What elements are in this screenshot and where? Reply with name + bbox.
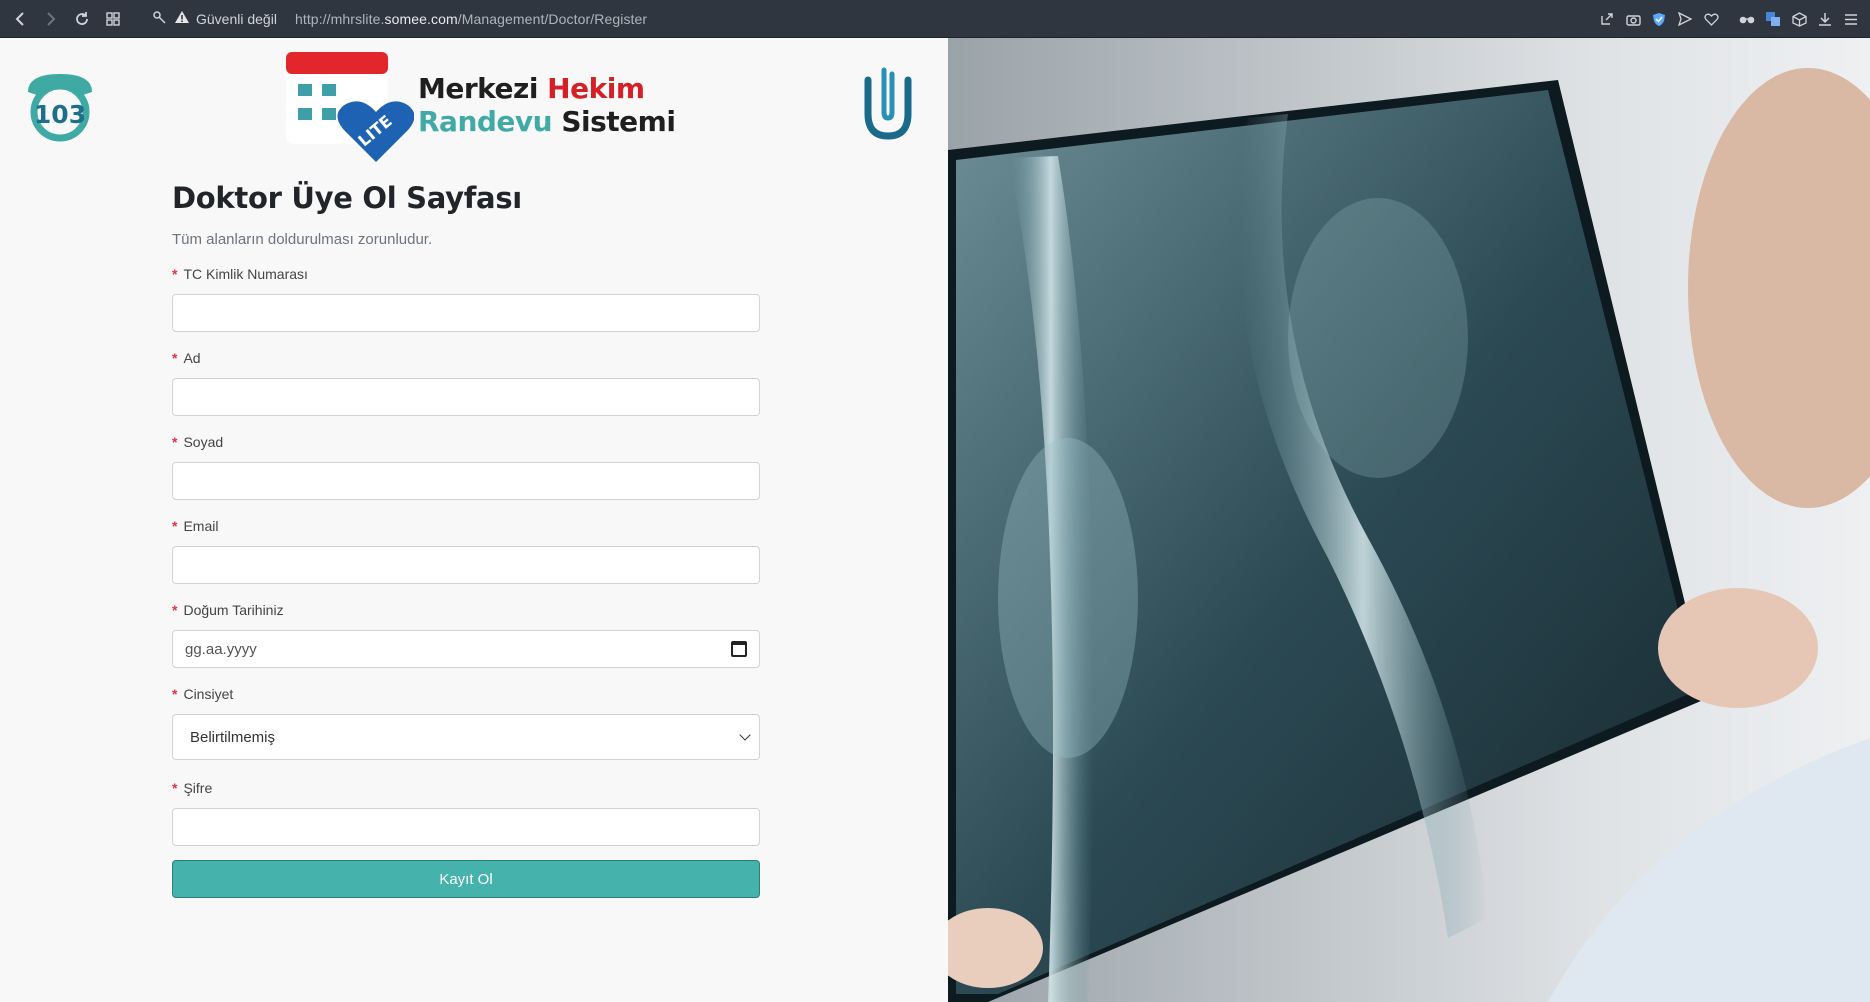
security-indicator[interactable]: Güvenli değil (152, 9, 277, 28)
url-prefix: http://mhrslite. (294, 10, 385, 27)
birthdate-input[interactable]: gg.aa.yyyy (172, 630, 760, 668)
send-icon[interactable] (1676, 10, 1694, 28)
address-bar[interactable]: http://mhrslite.somee.com/Management/Doc… (295, 11, 647, 27)
brand-word-sistemi: Sistemi (561, 105, 676, 138)
brand-word-hekim: Hekim (547, 72, 645, 105)
brand-word-merkezi: Merkezi (418, 72, 548, 105)
shield-icon[interactable] (1650, 10, 1668, 28)
gender-select[interactable]: Belirtilmemiş (172, 714, 760, 760)
password-label: * Şifre (172, 778, 760, 798)
password-label-text: Şifre (183, 780, 213, 796)
calendar-icon[interactable] (731, 641, 747, 657)
gender-selected-value: Belirtilmemiş (190, 728, 276, 746)
menu-icon[interactable] (1842, 10, 1860, 28)
key-icon (152, 9, 168, 28)
tc-label: * TC Kimlik Numarası (172, 264, 760, 284)
register-panel: 103 LITE Merkezi Hekim Randevu Sistemi D… (0, 38, 948, 1002)
camera-icon[interactable] (1624, 10, 1642, 28)
tabs-grid-icon[interactable] (101, 7, 125, 31)
name-label: * Ad (172, 348, 760, 368)
required-mark: * (172, 434, 178, 450)
download-icon[interactable] (1816, 10, 1834, 28)
birthdate-label-text: Doğum Tarihiniz (183, 602, 284, 618)
translate-icon[interactable] (1764, 10, 1782, 28)
email-input[interactable] (172, 546, 760, 584)
back-icon[interactable] (8, 7, 32, 31)
required-mark: * (172, 686, 178, 702)
brand-word-randevu: Randevu (418, 105, 562, 138)
heart-icon[interactable] (1702, 10, 1720, 28)
required-mark: * (172, 780, 178, 796)
form-subtitle: Tüm alanların doldurulması zorunludur. (172, 231, 433, 248)
share-icon[interactable] (1598, 10, 1616, 28)
chevron-down-icon (739, 729, 751, 741)
url-domain: somee.com (384, 10, 458, 27)
cube-icon[interactable] (1790, 10, 1808, 28)
browser-toolbar: Güvenli değil http://mhrslite.somee.com/… (0, 0, 1870, 38)
page-title: Doktor Üye Ol Sayfası (172, 181, 522, 215)
email-label-text: Email (183, 518, 219, 534)
email-label: * Email (172, 516, 760, 536)
birthdate-placeholder: gg.aa.yyyy (185, 640, 257, 658)
required-mark: * (172, 350, 178, 366)
name-input[interactable] (172, 378, 760, 416)
forward-icon[interactable] (39, 7, 63, 31)
gender-label: * Cinsiyet (172, 684, 760, 704)
required-mark: * (172, 518, 178, 534)
emergency-number: 103 (34, 100, 86, 129)
emergency-103-logo: 103 (18, 66, 102, 142)
required-mark: * (172, 266, 178, 282)
register-form: Doktor Üye Ol Sayfası Tüm alanların dold… (172, 178, 760, 898)
name-label-text: Ad (183, 350, 201, 366)
surname-label-text: Soyad (183, 434, 224, 450)
glasses-icon[interactable] (1738, 10, 1756, 28)
reload-icon[interactable] (70, 7, 94, 31)
surname-label: * Soyad (172, 432, 760, 452)
url-path: /Management/Doctor/Register (457, 10, 648, 27)
university-logo (858, 66, 918, 144)
birthdate-label: * Doğum Tarihiniz (172, 600, 760, 620)
required-mark: * (172, 602, 178, 618)
warning-icon (174, 10, 190, 27)
password-input[interactable] (172, 808, 760, 846)
xray-photo (948, 38, 1870, 1002)
mhrs-lite-logo: LITE Merkezi Hekim Randevu Sistemi (284, 52, 684, 162)
surname-input[interactable] (172, 462, 760, 500)
brand-title: Merkezi Hekim Randevu Sistemi (418, 72, 676, 138)
tc-label-text: TC Kimlik Numarası (183, 266, 308, 282)
tc-input[interactable] (172, 294, 760, 332)
gender-label-text: Cinsiyet (183, 686, 234, 702)
register-button[interactable]: Kayıt Ol (172, 860, 760, 898)
security-text: Güvenli değil (196, 10, 277, 27)
